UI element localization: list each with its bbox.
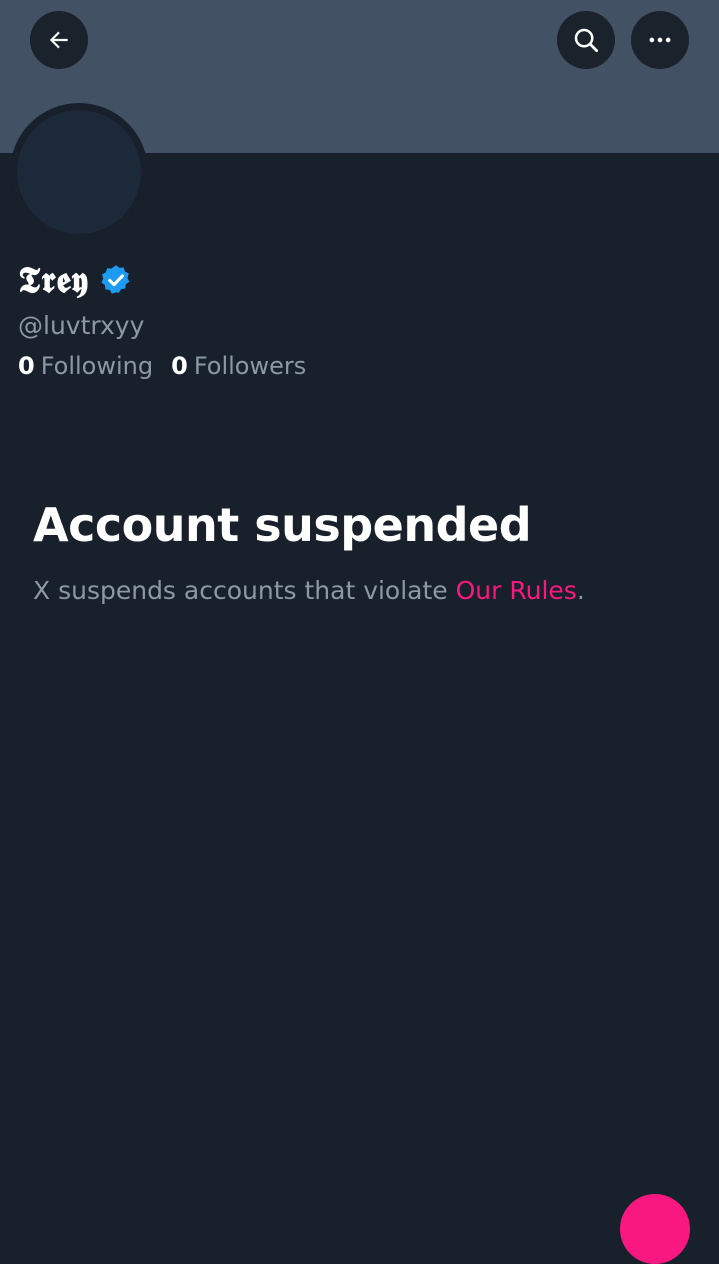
verified-badge-icon[interactable] [99,263,133,297]
back-button[interactable] [30,11,88,69]
more-horizontal-icon [649,37,671,43]
followers-label: Followers [193,352,307,380]
followers-count: 0 [171,352,188,380]
suspended-message-text: X suspends accounts that violate [33,576,456,605]
suspended-message: X suspends accounts that violate Our Rul… [33,574,585,608]
followers-link[interactable]: 0 Followers [171,350,306,382]
display-name-row: 𝕿𝖗𝖊𝖞 [18,258,133,302]
following-link[interactable]: 0 Following [18,350,153,382]
suspended-title: Account suspended [33,498,532,552]
arrow-left-icon [49,31,68,49]
following-label: Following [40,352,154,380]
compose-fab[interactable] [620,1194,690,1264]
our-rules-link[interactable]: Our Rules [456,576,577,605]
search-icon [574,28,598,52]
display-name: 𝕿𝖗𝖊𝖞 [18,259,89,301]
avatar[interactable] [17,110,141,234]
more-options-button[interactable] [631,11,689,69]
user-handle: @luvtrxyy [18,311,145,340]
following-count: 0 [18,352,35,380]
search-button[interactable] [557,11,615,69]
suspended-message-suffix: . [576,576,585,605]
follow-stats: 0 Following 0 Followers [18,350,306,382]
